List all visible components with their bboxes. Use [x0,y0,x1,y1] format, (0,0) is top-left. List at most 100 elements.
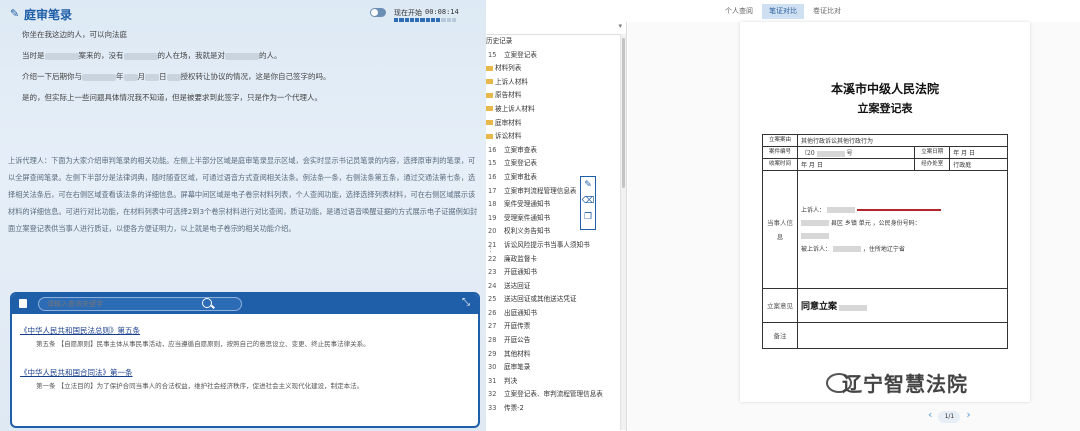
progress-segment [451,18,456,22]
form-label: 立案日期 [914,146,951,159]
tree-item[interactable]: 16 立案审查表 [486,144,626,158]
search-icon[interactable] [202,298,212,308]
transcript-content: 你坐在我这边的人，可以向法庭 当时是 案来的，没有 的人在场，我就是对 的人。 介绍一… [22,28,472,112]
progress-segment [446,18,451,22]
tree-item[interactable]: 庭审材料 [486,117,626,131]
redacted [225,52,259,60]
tree-item[interactable]: 18 案件受理通知书 [486,198,626,212]
form-value [797,322,1008,349]
pen-tool-icon[interactable]: ✎ [581,177,595,193]
redacted [801,233,829,239]
splitter-handle[interactable]: ⋮ [486,244,495,254]
tree-item[interactable]: 23 开庭通知书 [486,266,626,280]
watermark: 辽宁智慧法院 [842,372,968,396]
form-label: 经办处室 [914,158,951,171]
tree-header: 历史记录 [486,37,513,45]
tree-item[interactable]: 15 立案登记表 [486,157,626,171]
progress-segment [425,18,430,22]
transcript-header: ✎ 庭审笔录 现在开始 00:08:14 [0,0,486,26]
form-label: 案件编号 [762,146,798,159]
tree-item[interactable]: 29 其他材料 [486,348,626,362]
next-page-icon[interactable]: › [966,408,970,421]
annotation-toolbar: ✎ ⌫ ❐ [580,176,596,230]
recording-progress [394,18,456,22]
transcript-title: 庭审笔录 [24,8,73,22]
tree-item[interactable]: 15 立案登记表 [486,49,626,63]
tree-item[interactable]: 上诉人材料 [486,76,626,90]
law-search-bar: ⤡ [12,294,478,314]
document-title: 立案登记表 [857,102,913,115]
collapse-icon[interactable]: ⤡ [462,297,470,308]
file-tree: 历史记录 15立案登记表材料列表上诉人材料原告材料被上诉人材料庭审材料诉讼材料1… [486,22,627,431]
tree-item[interactable]: 25 送达回证或其他送达凭证 [486,293,626,307]
tree-dropdown[interactable] [486,22,626,35]
transcript-line: 是的，但实际上一些问题具体情况我不知道，但是被要求到此签字，只是作为一个代理人。 [22,93,322,102]
tree-scrollbar[interactable] [620,34,626,430]
form-value: 年 月 日 [949,146,1008,159]
progress-segment [436,18,441,22]
form-label: 当事人信息 [762,170,798,289]
redacted [816,150,845,157]
highlight-underline [856,209,941,211]
case-file-area: 个人查阅 笔证对比 卷证比对 历史记录 15立案登记表材料列表上诉人材料原告材料… [486,0,1080,431]
redacted [82,73,116,81]
tree-item[interactable]: 21 诉讼风险提示书当事人须知书 [486,239,626,253]
feature-description: 上诉代理人：下面为大家介绍审判笔录的相关功能。左侧上半部分区域是庭审笔录显示区域… [8,156,478,233]
file-tree-list: 历史记录 15 立案登记表 材料列表 上诉人材料 原告材料 被上诉人材料 庭审材料 诉讼材料 1… [486,35,626,416]
court-name: 本溪市中级人民法院 [830,82,939,96]
tab-personal-view[interactable]: 个人查阅 [718,4,760,19]
law-results: 《中华人民共和国民法总则》第五条 第五条 【自愿原则】民事主体从事民事活动，应当… [12,314,478,416]
tree-item[interactable]: 33 传票-2 [486,402,626,416]
redacted [838,304,867,311]
redacted [801,220,829,226]
form-label: 立案案由 [762,134,798,147]
tree-item[interactable]: 16 立案审批表 [486,171,626,185]
party-info: 上诉人： 县区 乡镇 单元 ，公民身份号码： 被上诉人： ，住所地辽宁省 [797,170,1008,289]
pen-icon: ✎ [10,7,20,20]
tab-file-compare[interactable]: 卷证比对 [806,4,848,19]
tree-item[interactable]: 32 立案登记表、审判流程管理信息表 [486,388,626,402]
copy-icon[interactable]: ❐ [581,209,595,225]
document-page: 本溪市中级人民法院 立案登记表 立案案由 其他行政诉讼其他行政行为 案件编号 （… [740,22,1030,402]
recording-timer: 00:08:14 [425,8,459,16]
eraser-icon[interactable]: ⌫ [581,193,595,209]
progress-segment [409,18,414,22]
law-result-title[interactable]: 《中华人民共和国合同法》第一条 [20,367,470,378]
redacted [44,52,79,60]
page-navigator: ‹ 1/1 › [928,408,971,423]
law-dictionary-panel: ⤡ 《中华人民共和国民法总则》第五条 第五条 【自愿原则】民事主体从事民事活动，… [10,292,480,428]
tree-item[interactable]: 26 出庭通知书 [486,307,626,321]
transcript-line: 你坐在我这边的人，可以向法庭 [22,30,127,39]
tree-item[interactable]: 22 廉政监督卡 [486,253,626,267]
transcript-line: 当时是 案来的，没有 的人在场，我就是对 的人。 [22,51,282,60]
progress-segment [404,18,409,22]
tree-item[interactable]: 被上诉人材料 [486,103,626,117]
form-value: 其他行政诉讼其他行政行为 [797,134,1008,147]
tree-item[interactable]: 30 庭审笔录 [486,361,626,375]
progress-segment [394,18,399,22]
tree-item[interactable]: 原告材料 [486,89,626,103]
law-result-text: 第五条 【自愿原则】民事主体从事民事活动，应当遵循自愿原则，按照自己的意思设立、… [36,340,370,348]
tree-item[interactable]: 19 受理案件通知书 [486,212,626,226]
tree-item[interactable]: 27 开庭传票 [486,320,626,334]
progress-segment [430,18,435,22]
law-result-title[interactable]: 《中华人民共和国民法总则》第五条 [20,325,470,336]
tree-item[interactable]: 28 开庭公告 [486,334,626,348]
redacted [123,73,138,81]
view-tabs: 个人查阅 笔证对比 卷证比对 [486,0,1080,20]
prev-page-icon[interactable]: ‹ [928,408,932,421]
recording-toggle[interactable] [370,8,386,17]
tab-transcript-compare[interactable]: 笔证对比 [762,4,804,19]
registration-form: 立案案由 其他行政诉讼其他行政行为 案件编号 （20 号 立案日期 年 月 日 … [762,134,1008,349]
tree-item[interactable]: 24 送达回证 [486,280,626,294]
tree-item[interactable]: 材料列表 [486,62,626,76]
redacted [826,207,855,213]
tree-item[interactable]: 31 判决 [486,375,626,389]
tree-item[interactable]: 诉讼材料 [486,130,626,144]
progress-segment [420,18,425,22]
form-label: 收案时间 [762,158,798,171]
tree-item[interactable]: 17 立案审判流程管理信息表 [486,185,626,199]
form-value: 同意立案 [797,288,1008,323]
tree-item[interactable]: 20 权利义务告知书 [486,225,626,239]
redacted [832,246,861,252]
